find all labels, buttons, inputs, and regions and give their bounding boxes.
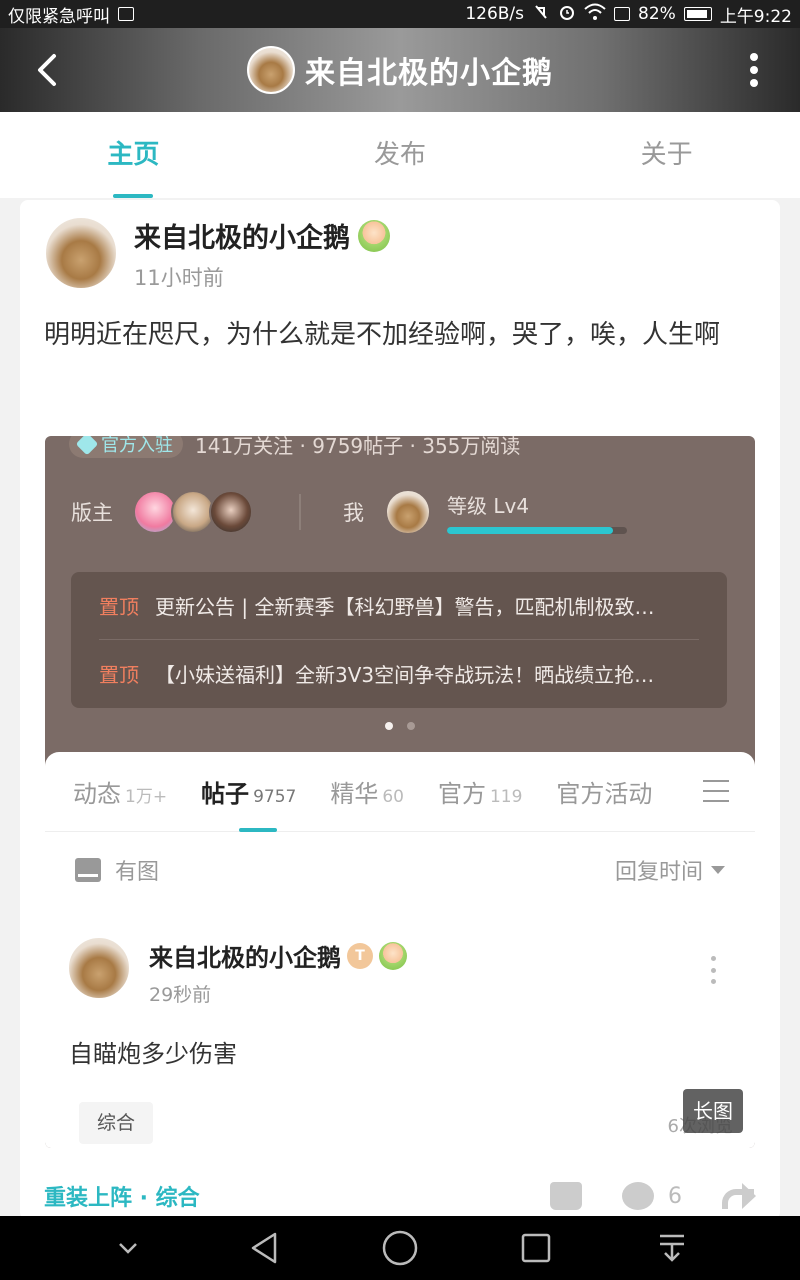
verified-icon xyxy=(75,436,99,456)
carousel-dots xyxy=(45,722,755,730)
official-badge: 官方入驻 xyxy=(69,436,183,458)
forum-tabs: 动态 1万+ 帖子 9757 精华 60 官方 119 官方活动 xyxy=(45,752,755,832)
divider xyxy=(299,494,301,530)
post-author-name: 来自北极的小企鹅 xyxy=(134,223,350,254)
pinned-tag: 置顶 xyxy=(99,595,139,619)
sort-label: 回复时间 xyxy=(614,860,703,885)
feed-post-body: 自瞄炮多少伤害 xyxy=(69,1040,237,1068)
sort-dropdown[interactable]: 回复时间 xyxy=(615,854,725,886)
moderators-row: 版主 我 等级 Lv4 xyxy=(71,484,731,540)
post-body: 明明近在咫尺，为什么就是不加经验啊，哭了，唉，人生啊 xyxy=(44,320,721,350)
moderator-avatars xyxy=(133,490,253,534)
post-footer: 重装上阵 · 综合 6 xyxy=(44,1178,756,1214)
my-avatar xyxy=(385,489,431,535)
pinned-tag: 置顶 xyxy=(99,662,139,687)
pinned-title: 更新公告 | 全新赛季【科幻野兽】警告，匹配机制极致… xyxy=(155,595,655,619)
post-time: 11小时前 xyxy=(134,266,224,290)
feed-post-more-icon[interactable] xyxy=(711,956,717,984)
feed-post-avatar[interactable] xyxy=(67,936,131,1000)
profile-tabs: 主页 发布 关于 xyxy=(0,112,800,198)
mute-icon xyxy=(532,3,550,26)
post-image[interactable]: 官方入驻 141万关注 · 9759帖子 · 355万阅读 版主 我 等级 Lv… xyxy=(45,436,755,1148)
forum-feed-panel: 动态1万+ 帖子9757 精华60 官方119 官方活动 有图 回复时间 xyxy=(45,752,755,1148)
tab-official[interactable]: 官方 119 xyxy=(438,774,522,809)
level-progress-bar xyxy=(447,527,627,534)
feed-post-author-name: 来自北极的小企鹅 xyxy=(149,944,341,972)
tab-activity[interactable]: 动态 1万+ xyxy=(73,774,167,809)
me-label: 我 xyxy=(343,501,364,525)
app-header: 来自北极的小企鹅 xyxy=(0,28,800,112)
character-badge-icon xyxy=(358,219,390,252)
image-icon xyxy=(75,858,101,882)
post-card[interactable]: 来自北极的小企鹅 11小时前 明明近在咫尺，为什么就是不加经验啊，哭了，唉，人生… xyxy=(20,200,780,1220)
post-actions: 6 xyxy=(550,1182,756,1210)
carrier-text: 仅限紧急呼叫 xyxy=(8,6,110,27)
level-text: 等级 Lv4 xyxy=(447,494,530,518)
battery-percent: 82% xyxy=(638,4,676,24)
comment-button[interactable]: 6 xyxy=(622,1182,682,1210)
share-icon[interactable] xyxy=(722,1183,756,1209)
like-icon[interactable] xyxy=(550,1182,582,1210)
tab-official-events[interactable]: 官方活动 xyxy=(556,774,652,809)
pinned-title: 【小妹送福利】全新3V3空间争夺战玩法！晒战绩立抢… xyxy=(155,662,655,687)
back-arrow-icon[interactable] xyxy=(28,50,68,90)
forum-stats-text: 141万关注 · 9759帖子 · 355万阅读 xyxy=(195,436,521,458)
feed-post-time: 29秒前 xyxy=(149,984,212,1006)
tab-featured[interactable]: 精华 60 xyxy=(330,774,404,809)
clock: 上午9:22 xyxy=(719,6,792,27)
level-box: 等级 Lv4 xyxy=(447,490,627,534)
pinned-post[interactable]: 置顶 更新公告 | 全新赛季【科幻野兽】警告，匹配机制极致… xyxy=(99,572,699,639)
more-options-icon[interactable] xyxy=(746,50,762,90)
forum-stats: 官方入驻 141万关注 · 9759帖子 · 355万阅读 xyxy=(69,436,520,460)
title-badge-icon: T xyxy=(347,942,373,969)
pinned-posts: 置顶 更新公告 | 全新赛季【科幻野兽】警告，匹配机制极致… 置顶 【小妹送福利… xyxy=(71,572,727,708)
network-speed: 126B/s xyxy=(465,4,525,24)
feed-post-tag[interactable]: 综合 xyxy=(79,1102,154,1144)
nav-home-icon[interactable] xyxy=(380,1228,420,1268)
status-bar: 仅限紧急呼叫 126B/s 82% 上午9:22 xyxy=(0,0,800,28)
with-image-label: 有图 xyxy=(115,860,160,885)
feed-post-author[interactable]: 来自北极的小企鹅 T xyxy=(149,938,407,973)
image-notification-icon xyxy=(118,7,134,21)
section-link[interactable]: 重装上阵 · 综合 xyxy=(44,1180,200,1212)
moderators-label: 版主 xyxy=(71,501,113,525)
comment-count: 6 xyxy=(668,1183,682,1209)
character-badge-icon xyxy=(379,941,407,970)
pinned-post[interactable]: 置顶 【小妹送福利】全新3V3空间争夺战玩法！晒战绩立抢… xyxy=(99,639,699,706)
tab-about[interactable]: 关于 xyxy=(533,112,800,198)
tab-posts[interactable]: 帖子 9757 xyxy=(201,774,296,809)
caret-down-icon xyxy=(711,866,725,874)
active-tab-indicator xyxy=(239,828,277,832)
nav-back-icon[interactable] xyxy=(244,1228,284,1268)
post-author-avatar[interactable] xyxy=(44,216,118,290)
battery-icon xyxy=(683,7,712,21)
system-nav-bar xyxy=(0,1216,800,1280)
tab-home[interactable]: 主页 xyxy=(0,112,267,198)
header-profile: 来自北极的小企鹅 xyxy=(247,46,553,94)
header-avatar xyxy=(247,46,295,94)
sim-icon xyxy=(614,7,631,21)
feed-post[interactable]: 来自北极的小企鹅 T 29秒前 自瞄炮多少伤害 综合 6次浏览 xyxy=(45,908,755,1148)
tab-publish[interactable]: 发布 xyxy=(267,112,534,198)
list-menu-icon[interactable] xyxy=(703,780,729,802)
post-author[interactable]: 来自北极的小企鹅 xyxy=(134,216,390,255)
moderator-avatar xyxy=(209,490,253,534)
wifi-icon xyxy=(584,3,606,26)
chevron-down-icon[interactable] xyxy=(108,1228,148,1268)
notification-pull-icon[interactable] xyxy=(652,1228,692,1268)
filter-row: 有图 回复时间 xyxy=(45,832,755,908)
comment-icon xyxy=(622,1182,654,1210)
with-image-filter[interactable]: 有图 xyxy=(75,854,159,886)
long-image-badge: 长图 xyxy=(683,1089,743,1133)
alarm-icon xyxy=(558,3,576,26)
header-title: 来自北极的小企鹅 xyxy=(305,56,553,91)
level-progress-fill xyxy=(447,527,613,534)
nav-recents-icon[interactable] xyxy=(516,1228,556,1268)
